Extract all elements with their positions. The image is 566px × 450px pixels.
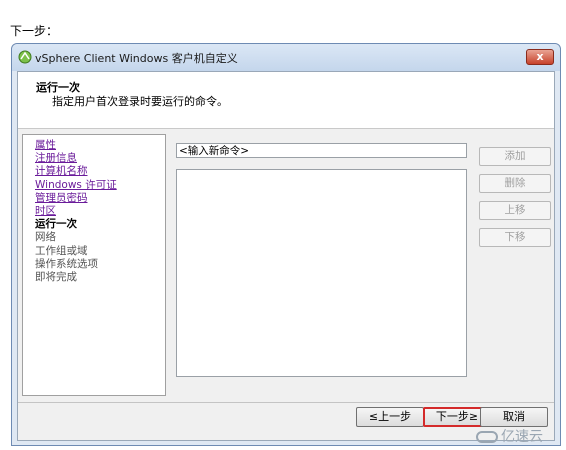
nav-item[interactable]: 属性 (35, 139, 117, 152)
command-list[interactable] (176, 169, 467, 377)
wizard-step-list: 属性 注册信息 计算机名称 Windows 许可证 管理员密码 时区 运行一次 网络 工作组或域… (22, 134, 166, 396)
move-up-button[interactable]: 上移 (479, 201, 551, 220)
nav-item[interactable]: 注册信息 (35, 152, 117, 165)
nav-item[interactable]: 时区 (35, 205, 117, 218)
nav-item[interactable]: 管理员密码 (35, 192, 117, 205)
cloud-logo-icon (476, 431, 498, 443)
title-bar[interactable]: vSphere Client Windows 客户机自定义 x (12, 44, 560, 71)
nav-item[interactable]: Windows 许可证 (35, 179, 117, 192)
close-icon: x (536, 50, 544, 63)
move-down-button[interactable]: 下移 (479, 228, 551, 247)
wizard-panel: 运行一次 指定用户首次登录时要运行的命令。 属性 注册信息 计算机名称 Windows… (17, 71, 555, 441)
nav-item[interactable]: 计算机名称 (35, 165, 117, 178)
new-command-input[interactable] (176, 143, 467, 158)
add-button[interactable]: 添加 (479, 147, 551, 166)
customization-window: vSphere Client Windows 客户机自定义 x 运行一次 指定用… (11, 43, 561, 446)
step-description: 指定用户首次登录时要运行的命令。 (52, 95, 228, 108)
step-nav: 属性 注册信息 计算机名称 Windows 许可证 管理员密码 时区 运行一次 网络 工作组或域… (35, 139, 117, 284)
wizard-header: 运行一次 指定用户首次登录时要运行的命令。 (18, 72, 554, 129)
window-title: vSphere Client Windows 客户机自定义 (35, 52, 238, 65)
footer-divider (18, 402, 554, 403)
nav-item: 网络 (35, 231, 56, 244)
caption-text: 下一步： (10, 24, 59, 38)
nav-item: 工作组或域 (35, 244, 88, 257)
nav-item: 即将完成 (35, 271, 77, 284)
close-button[interactable]: x (526, 49, 554, 65)
nav-item: 运行一次 (35, 218, 77, 231)
nav-item: 操作系统选项 (35, 257, 98, 270)
back-button[interactable]: ≤上一步 (356, 407, 424, 427)
delete-button[interactable]: 删除 (479, 174, 551, 193)
cancel-button[interactable]: 取消 (480, 407, 548, 427)
vsphere-app-icon (18, 50, 32, 64)
watermark-text: 亿速云 (501, 429, 543, 445)
watermark: 亿速云 (476, 426, 543, 446)
